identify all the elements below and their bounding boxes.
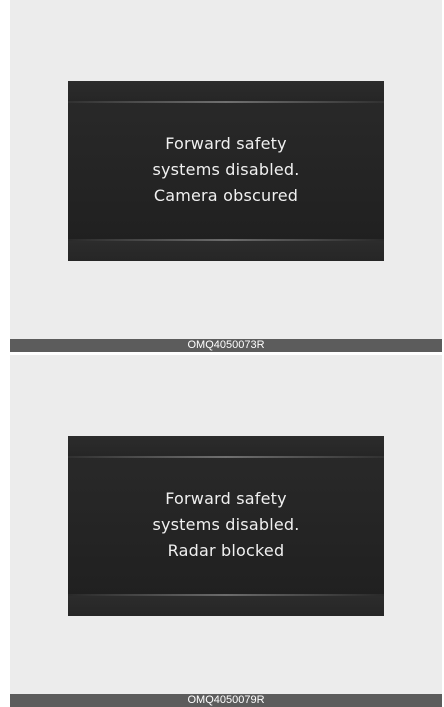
warning-line-3: Radar blocked <box>167 541 285 560</box>
cluster-display: Forward safety systems disabled. Radar b… <box>68 436 384 616</box>
display-top-separator <box>68 456 384 458</box>
display-bottom-strip <box>68 596 384 616</box>
display-bottom-strip <box>68 241 384 261</box>
warning-line-2: systems disabled. <box>152 160 300 179</box>
figure-panel-camera-obscured: Forward safety systems disabled. Camera … <box>10 0 442 352</box>
warning-line-2: systems disabled. <box>152 515 300 534</box>
figure-panel-radar-blocked: Forward safety systems disabled. Radar b… <box>10 355 442 707</box>
warning-line-1: Forward safety <box>165 134 287 153</box>
warning-message: Forward safety systems disabled. Camera … <box>68 131 384 209</box>
figure-caption-bar: OMQ4050079R <box>10 694 442 707</box>
display-top-separator <box>68 101 384 103</box>
warning-line-1: Forward safety <box>165 489 287 508</box>
display-top-strip <box>68 436 384 456</box>
display-top-strip <box>68 81 384 101</box>
figure-code: OMQ4050073R <box>187 339 265 351</box>
figure-code: OMQ4050079R <box>187 694 265 706</box>
warning-line-3: Camera obscured <box>153 186 299 205</box>
figure-caption-bar: OMQ4050073R <box>10 339 442 352</box>
warning-message: Forward safety systems disabled. Radar b… <box>68 486 384 564</box>
cluster-display: Forward safety systems disabled. Camera … <box>68 81 384 261</box>
